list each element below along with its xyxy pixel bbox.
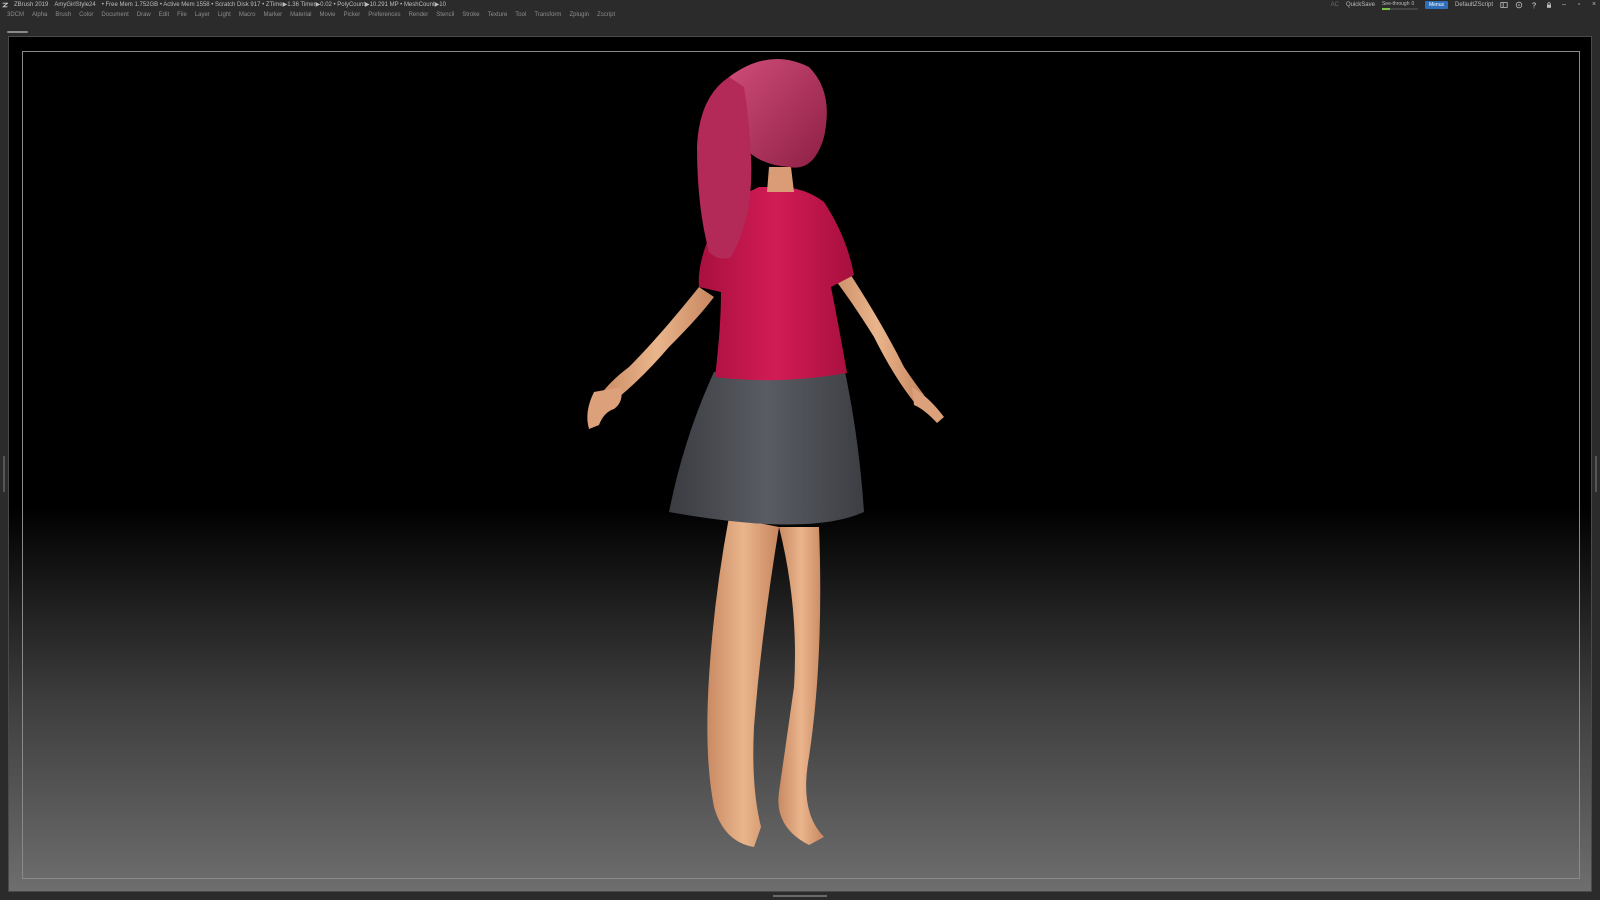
menus-button[interactable]: Menus: [1424, 1, 1448, 9]
restore-icon[interactable]: ▫: [1575, 0, 1583, 10]
right-hand: [912, 387, 944, 423]
lock-icon[interactable]: [1545, 1, 1553, 9]
menu-stroke[interactable]: Stroke: [462, 10, 479, 21]
document-canvas[interactable]: [8, 36, 1592, 892]
menu-macro[interactable]: Macro: [239, 10, 256, 21]
right-tray-handle[interactable]: [1595, 456, 1597, 492]
layout-icon[interactable]: [1500, 1, 1508, 9]
zbrush-logo-icon[interactable]: [2, 2, 8, 8]
menu-alpha[interactable]: Alpha: [32, 10, 47, 21]
right-tray: [1592, 36, 1600, 892]
see-through-slider[interactable]: See-through 0: [1381, 0, 1418, 10]
help-icon[interactable]: [1530, 1, 1538, 9]
right-leg: [778, 527, 824, 845]
palette-icon[interactable]: [1515, 1, 1523, 9]
title-bar-left: ZBrush 2019 AmyGirlStyle24 • Free Mem 1.…: [2, 0, 446, 10]
menu-layer[interactable]: Layer: [195, 10, 210, 21]
left-tray: [0, 36, 8, 892]
memory-stats: • Free Mem 1.752GB • Active Mem 1558 • S…: [101, 2, 446, 8]
menu-file[interactable]: File: [177, 10, 187, 21]
bottom-tray: [0, 892, 1600, 900]
bottom-tray-handle[interactable]: [773, 895, 827, 897]
menu-preferences[interactable]: Preferences: [368, 10, 400, 21]
project-name: AmyGirlStyle24: [54, 2, 96, 8]
menu-3dcm[interactable]: 3DCM: [7, 10, 24, 21]
left-leg: [707, 517, 779, 847]
close-icon[interactable]: ×: [1590, 0, 1598, 10]
menu-zscript[interactable]: Zscript: [597, 10, 615, 21]
see-through-label: See-through: [1381, 0, 1410, 7]
menu-tool[interactable]: Tool: [515, 10, 526, 21]
see-through-value: 0: [1411, 0, 1415, 7]
default-zscript-button[interactable]: DefaultZScript: [1455, 0, 1493, 10]
title-bar-right: AC QuickSave See-through 0 Menus Default…: [1331, 0, 1598, 10]
menu-draw[interactable]: Draw: [137, 10, 151, 21]
menu-light[interactable]: Light: [218, 10, 231, 21]
menu-transform[interactable]: Transform: [534, 10, 561, 21]
menu-movie[interactable]: Movie: [320, 10, 336, 21]
menu-edit[interactable]: Edit: [159, 10, 169, 21]
main-menu-bar: 3DCM Alpha Brush Color Document Draw Edit File L…: [0, 10, 1600, 21]
menu-brush[interactable]: Brush: [55, 10, 71, 21]
menu-zplugin[interactable]: Zplugin: [569, 10, 589, 21]
menu-document[interactable]: Document: [101, 10, 128, 21]
left-arm: [599, 287, 714, 405]
character-model[interactable]: [9, 37, 1593, 893]
app-title: ZBrush 2019: [14, 2, 49, 8]
quicksave-button[interactable]: QuickSave: [1346, 0, 1375, 10]
top-shelf: [0, 21, 1600, 36]
neck: [767, 167, 794, 192]
menu-marker[interactable]: Marker: [264, 10, 283, 21]
menu-stencil[interactable]: Stencil: [436, 10, 454, 21]
title-bar: ZBrush 2019 AmyGirlStyle24 • Free Mem 1.…: [0, 0, 1600, 10]
shelf-grip-handle[interactable]: [7, 31, 28, 33]
menu-texture[interactable]: Texture: [488, 10, 508, 21]
left-hand: [587, 387, 622, 429]
menu-color[interactable]: Color: [79, 10, 93, 21]
ac-button[interactable]: AC: [1331, 0, 1339, 10]
menu-picker[interactable]: Picker: [344, 10, 361, 21]
menu-material[interactable]: Material: [290, 10, 311, 21]
minimize-icon[interactable]: –: [1560, 0, 1568, 10]
menu-render[interactable]: Render: [409, 10, 429, 21]
left-tray-handle[interactable]: [3, 456, 5, 492]
skirt: [669, 367, 864, 525]
